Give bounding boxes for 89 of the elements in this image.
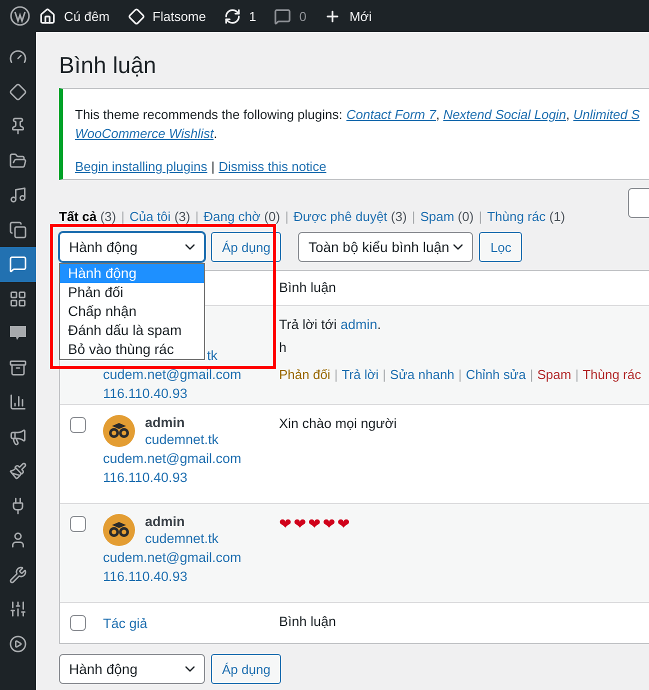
music-icon [9,186,27,204]
paintbrush-icon [9,462,27,480]
separator: | [334,367,338,382]
user-icon [9,531,27,550]
plugin-link[interactable]: Nextend Social Login [443,107,566,122]
row-checkbox[interactable] [70,516,86,532]
owl-avatar-icon [103,415,135,447]
wrench-icon [9,566,27,584]
archive-icon [9,358,27,377]
comment-text: h [279,340,287,355]
column-header: Bình luận [279,614,336,629]
admin-bar-label[interactable]: Flatsome [152,8,206,24]
dropdown-option[interactable]: Hành động [60,264,204,283]
filter-button[interactable]: Lọc [479,232,522,262]
speech-badge-icon [8,325,28,342]
separator: | [412,208,416,224]
row-action-link[interactable]: Chỉnh sửa [466,367,526,382]
reply-author-link[interactable]: admin [340,317,378,332]
separator: | [121,208,124,224]
admin-bar-label[interactable]: Cú đêm [64,8,110,24]
row-action-link[interactable]: Trả lời [342,367,379,382]
row-action-link[interactable]: Thùng rác [582,367,642,382]
row-action-link[interactable]: Sửa nhanh [390,367,454,382]
column-header-link[interactable]: Tác giả [103,614,279,633]
separator: | [575,367,579,382]
page-title: Bình luận [59,51,158,80]
pin-icon [9,117,27,136]
author-url-link[interactable]: cudemnet.tk [145,430,219,449]
refresh-icon[interactable] [224,8,241,24]
author-ip-link[interactable]: 116.110.40.93 [103,567,279,586]
row-checkbox[interactable] [70,417,86,433]
comment-text: Xin chào mọi người [279,416,397,431]
pages-icon [9,220,27,239]
column-header: Bình luận [279,280,336,295]
bulk-action-select[interactable]: Hành động [59,232,205,262]
notice-action-link[interactable]: Dismiss this notice [218,159,326,174]
separator: | [478,208,482,224]
separator: | [458,367,462,382]
speech-bubble-icon [9,255,27,274]
folder-icon [9,152,27,170]
author-email-link[interactable]: cudem.net@gmail.com [103,449,279,468]
megaphone-icon [9,428,27,446]
wordpress-logo-icon[interactable] [10,6,30,26]
home-icon[interactable] [39,8,56,24]
author-ip-link[interactable]: 116.110.40.93 [103,468,279,487]
row-action-link[interactable]: Spam [537,367,572,382]
separator: | [195,208,199,224]
speech-bubble-icon[interactable] [274,8,292,24]
author-email-link[interactable]: cudem.net@gmail.com [103,365,279,384]
plugin-link[interactable]: WooCommerce Wishlist [75,126,214,141]
owl-avatar-icon [103,514,135,546]
status-filter-link[interactable]: Tất cả (3) [59,208,116,224]
plugin-link[interactable]: Unlimited S [573,107,640,122]
comment-type-select[interactable]: Toàn bộ kiểu bình luận [298,232,474,262]
separator: | [530,367,534,382]
row-action-link[interactable]: Phản đối [279,367,330,382]
play-icon [9,634,27,653]
apply-button[interactable]: Áp dụng [211,654,282,684]
admin-bar-label[interactable]: 0 [299,8,306,24]
admin-bar-label[interactable]: 1 [249,8,256,24]
bar-chart-icon [9,393,27,412]
diamond-icon [9,82,27,101]
sliders-icon [9,600,27,618]
author-name: admin [145,514,186,529]
reply-note: Trả lời tới admin. [279,317,382,332]
author-ip-link[interactable]: 116.110.40.93 [103,384,279,403]
author-url-link[interactable]: tk [207,346,279,365]
status-filter-link[interactable]: Của tôi (3) [129,208,190,224]
author-name: admin [145,415,186,430]
author-email-link[interactable]: cudem.net@gmail.com [103,548,279,567]
status-filter-link[interactable]: Đang chờ (0) [204,208,280,224]
status-filter-link[interactable]: Được phê duyệt (3) [293,208,407,224]
apply-button[interactable]: Áp dụng [211,232,282,262]
status-filter-link[interactable]: Thùng rác (1) [487,208,566,224]
bulk-action-select[interactable]: Hành động [59,654,205,684]
separator: | [285,208,288,224]
comment-text: ❤❤❤❤❤ [279,515,352,533]
sidebar-item[interactable] [0,247,36,282]
diamond-icon[interactable] [128,8,145,24]
notice-action-link[interactable]: Begin installing plugins [75,159,208,174]
admin-bar-label[interactable]: Mới [349,8,372,24]
separator: | [211,159,215,174]
author-url-link[interactable]: cudemnet.tk [145,529,219,548]
select-all-checkbox[interactable] [70,615,86,631]
plugin-link[interactable]: Contact Form 7 [346,107,436,122]
separator: | [382,367,386,382]
status-filter-link[interactable]: Spam (0) [420,208,474,224]
notice-text: This theme recommends the following plugins: Contact Form 7, Nextend Social Login, Unlimited S WooCommerce Wishlist. [75,106,641,143]
grid-icon [9,290,27,308]
